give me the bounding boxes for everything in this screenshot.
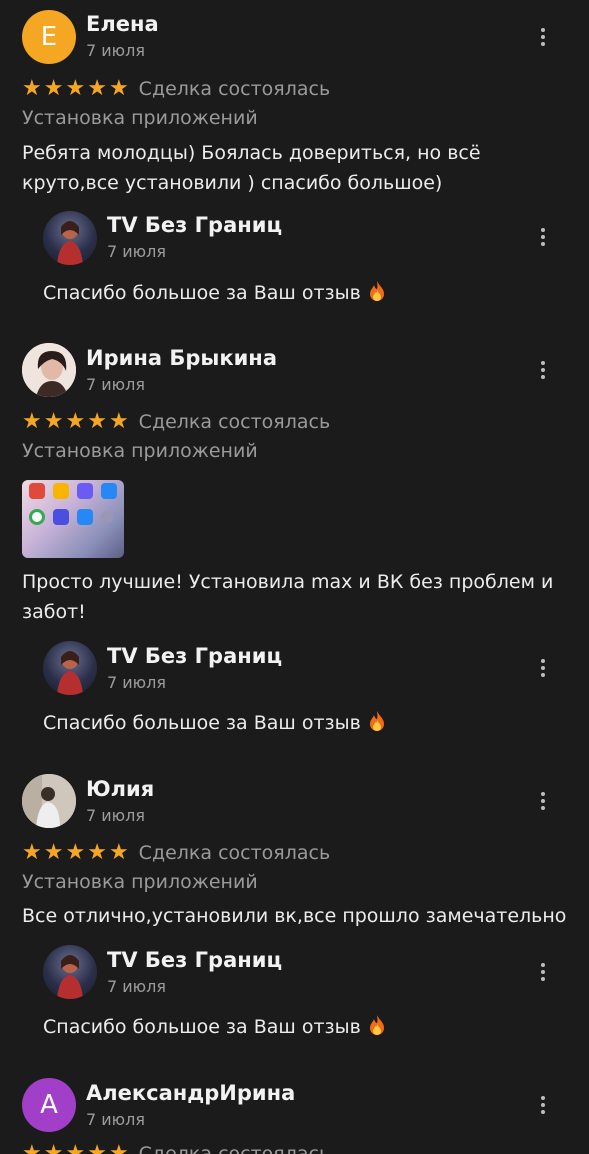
avatar[interactable]: Е <box>22 10 76 64</box>
deal-status: Сделка состоялась <box>138 842 331 864</box>
star-icon: ★ <box>108 1141 129 1154</box>
review-text: Все отлично,установили вк,все прошло зам… <box>22 905 567 927</box>
app-icon <box>53 483 69 499</box>
reviewer-name[interactable]: Ирина Брыкина <box>86 346 277 370</box>
app-icon <box>53 509 69 525</box>
review-photo[interactable] <box>22 480 124 558</box>
star-rating: ★ ★ ★ ★ ★ <box>22 410 129 434</box>
review-date: 7 июля <box>86 806 145 825</box>
review-text: Просто лучшие! Установила max и ВК без п… <box>22 571 554 623</box>
rating-row: ★ ★ ★ ★ ★ Сделка состоялась <box>22 840 330 866</box>
more-vertical-icon[interactable] <box>531 222 555 252</box>
review-card: А АлександрИрина 7 июля ★ ★ ★ ★ ★ Сделка сос… <box>0 1068 589 1154</box>
reply-text: Спасибо большое за Ваш отзыв <box>43 710 387 737</box>
star-icon: ★ <box>87 840 107 865</box>
rating-row: ★ ★ ★ ★ ★ Сделка состоялась <box>22 1141 330 1154</box>
reply-author-name[interactable]: TV Без Границ <box>107 948 282 972</box>
app-icon <box>101 511 113 523</box>
review-card: Юлия 7 июля ★ ★ ★ ★ ★ Сделка состоялась Уста… <box>0 760 589 1060</box>
app-icon <box>77 483 93 499</box>
star-rating: ★ ★ ★ ★ ★ <box>22 1142 129 1154</box>
more-vertical-icon[interactable] <box>531 653 555 683</box>
avatar[interactable]: А <box>22 1078 76 1132</box>
star-icon: ★ <box>22 409 42 434</box>
more-vertical-icon[interactable] <box>531 957 555 987</box>
star-icon: ★ <box>22 840 42 865</box>
avatar[interactable] <box>22 343 76 397</box>
shop-avatar[interactable] <box>43 945 97 999</box>
reply-date: 7 июля <box>107 977 166 996</box>
star-rating: ★ ★ ★ ★ ★ <box>22 841 129 865</box>
star-icon: ★ <box>108 76 129 101</box>
service-category: Установка приложений <box>22 871 258 893</box>
deal-status: Сделка состоялась <box>138 411 331 433</box>
star-icon: ★ <box>108 840 129 865</box>
reply-text: Спасибо большое за Ваш отзыв <box>43 1014 387 1041</box>
service-category: Установка приложений <box>22 440 258 462</box>
review-card: Е Елена 7 июля ★ ★ ★ ★ ★ Сделка состоялась У… <box>0 0 589 320</box>
fire-icon <box>367 1014 387 1041</box>
star-icon: ★ <box>87 409 107 434</box>
rating-row: ★ ★ ★ ★ ★ Сделка состоялась <box>22 76 330 102</box>
reviewer-name[interactable]: АлександрИрина <box>86 1081 295 1105</box>
review-date: 7 июля <box>86 1110 145 1129</box>
star-icon: ★ <box>87 76 107 101</box>
reply-author-name[interactable]: TV Без Границ <box>107 213 282 237</box>
star-icon: ★ <box>43 840 64 865</box>
star-icon: ★ <box>43 1141 64 1154</box>
star-icon: ★ <box>65 76 86 101</box>
avatar[interactable] <box>22 774 76 828</box>
more-vertical-icon[interactable] <box>531 355 555 385</box>
star-icon: ★ <box>22 76 42 101</box>
review-date: 7 июля <box>86 375 145 394</box>
star-icon: ★ <box>65 409 86 434</box>
more-vertical-icon[interactable] <box>531 786 555 816</box>
deal-status: Сделка состоялась <box>138 1143 331 1154</box>
star-icon: ★ <box>22 1141 42 1154</box>
rating-row: ★ ★ ★ ★ ★ Сделка состоялась <box>22 409 330 435</box>
app-icon <box>77 509 93 525</box>
service-category: Установка приложений <box>22 107 258 129</box>
star-icon: ★ <box>43 76 64 101</box>
shop-avatar[interactable] <box>43 641 97 695</box>
review-card: Ирина Брыкина 7 июля ★ ★ ★ ★ ★ Сделка состоя… <box>0 330 589 750</box>
reviewer-name[interactable]: Юлия <box>86 777 154 801</box>
star-icon: ★ <box>65 840 86 865</box>
shop-avatar[interactable] <box>43 211 97 265</box>
reply-text: Спасибо большое за Ваш отзыв <box>43 280 387 307</box>
star-icon: ★ <box>43 409 64 434</box>
fire-icon <box>367 280 387 307</box>
app-icon <box>29 509 45 525</box>
app-icon <box>101 483 117 499</box>
fire-icon <box>367 710 387 737</box>
more-vertical-icon[interactable] <box>531 22 555 52</box>
review-date: 7 июля <box>86 41 145 60</box>
star-rating: ★ ★ ★ ★ ★ <box>22 77 129 101</box>
reply-date: 7 июля <box>107 242 166 261</box>
star-icon: ★ <box>65 1141 86 1154</box>
reply-date: 7 июля <box>107 673 166 692</box>
app-icon <box>29 483 45 499</box>
more-vertical-icon[interactable] <box>531 1090 555 1120</box>
reviewer-name[interactable]: Елена <box>86 12 159 36</box>
reply-author-name[interactable]: TV Без Границ <box>107 644 282 668</box>
star-icon: ★ <box>108 409 129 434</box>
deal-status: Сделка состоялась <box>138 78 331 100</box>
review-text: Ребята молодцы) Боялась довериться, но в… <box>22 142 481 194</box>
star-icon: ★ <box>87 1141 107 1154</box>
